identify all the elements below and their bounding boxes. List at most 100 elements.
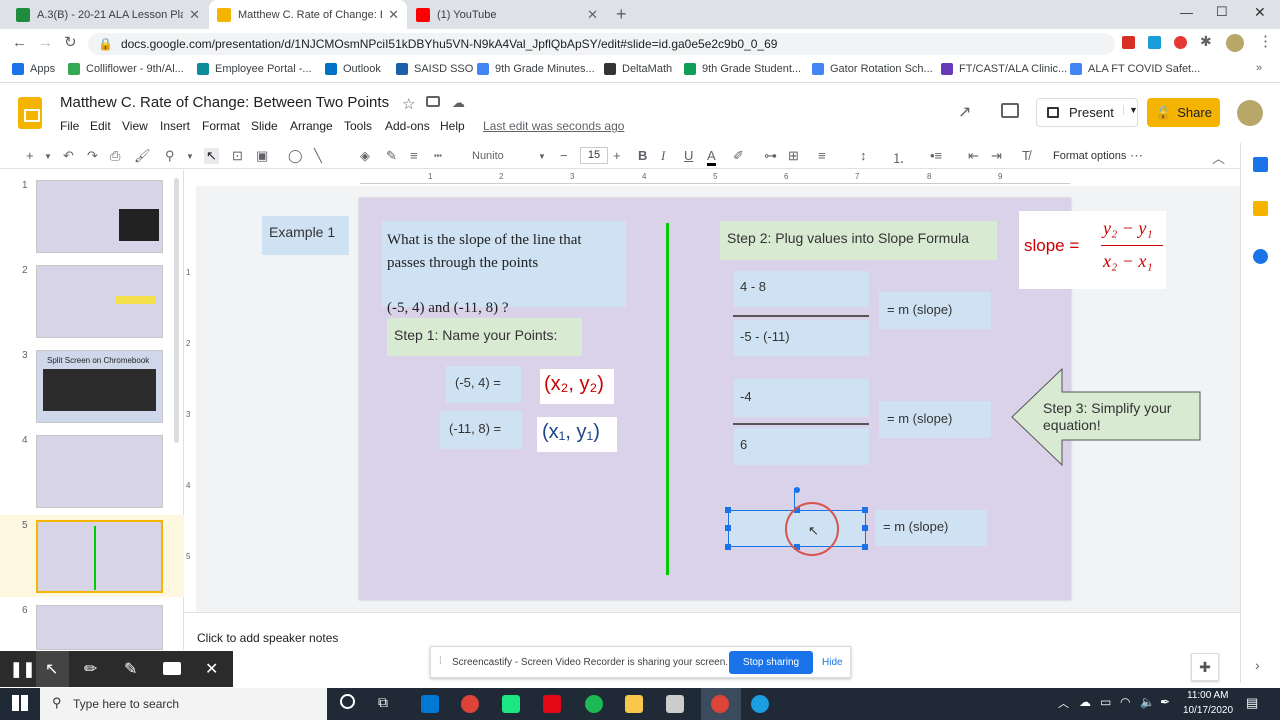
rotate-handle[interactable] (794, 487, 800, 493)
line-icon[interactable]: ╲ (314, 148, 322, 164)
speaker-notes[interactable]: Click to add speaker notes (184, 612, 1240, 650)
bookmark[interactable]: Employee Portal -... (197, 63, 312, 75)
resize-handle[interactable] (725, 525, 731, 531)
spotify-icon[interactable] (585, 695, 603, 713)
undo-icon[interactable]: ↶ (63, 148, 74, 164)
image-icon[interactable]: ▣ (256, 148, 268, 164)
edge-icon[interactable] (751, 695, 769, 713)
font-size-input[interactable]: 15 (580, 147, 608, 164)
chevron-up-icon[interactable]: ︿ (1058, 695, 1069, 711)
clock-time[interactable]: 11:00 AM (1187, 690, 1229, 701)
browser-tab-active[interactable]: Matthew C. Rate of Change: Betw ✕ (209, 0, 407, 29)
fraction2-denominator[interactable]: 6 (734, 428, 869, 465)
format-options-button[interactable]: Format options (1053, 150, 1126, 162)
windows-start-icon[interactable] (12, 695, 28, 711)
link-icon[interactable]: ⊶ (764, 148, 777, 164)
slides-logo-icon[interactable] (18, 97, 42, 129)
chrome-icon[interactable] (461, 695, 479, 713)
border-dash-icon[interactable]: ┅ (434, 148, 442, 164)
close-icon[interactable]: ✕ (205, 659, 218, 679)
step2-box[interactable]: Step 2: Plug values into Slope Formula (720, 221, 997, 260)
drag-handle-icon[interactable]: ⁞ (439, 656, 442, 667)
m-slope-box[interactable]: = m (slope) (879, 292, 991, 329)
increase-indent-icon[interactable]: ⇥ (991, 148, 1002, 164)
minimize-icon[interactable]: — (1180, 5, 1193, 20)
calendar-icon[interactable] (1253, 157, 1268, 172)
menu-tools[interactable]: Tools (344, 119, 372, 133)
task-view-icon[interactable]: ⧉ (378, 694, 388, 711)
m-slope-box[interactable]: = m (slope) (879, 401, 991, 438)
slide-thumbnail[interactable] (36, 265, 163, 338)
extension-icon[interactable] (1148, 36, 1161, 49)
chevron-down-icon[interactable]: ▼ (1123, 105, 1138, 115)
menu-edit[interactable]: Edit (90, 119, 111, 133)
account-avatar[interactable] (1237, 100, 1263, 126)
resize-handle[interactable] (725, 507, 731, 513)
cloud-icon[interactable]: ☁ (1079, 695, 1091, 709)
window-close-icon[interactable]: ✕ (1254, 4, 1266, 21)
taskbar-search[interactable]: ⚲ Type here to search (40, 688, 327, 720)
text-box-icon[interactable]: ⊡ (232, 148, 243, 164)
example-label-box[interactable]: Example 1 (262, 216, 349, 255)
back-icon[interactable]: ← (12, 34, 27, 51)
menu-insert[interactable]: Insert (160, 119, 190, 133)
menu-view[interactable]: View (122, 119, 148, 133)
bulleted-list-icon[interactable]: •≡ (930, 148, 942, 163)
paint-format-icon[interactable]: 🖌 (134, 148, 151, 164)
menu-file[interactable]: File (60, 119, 79, 133)
bookmark[interactable]: 9th Grade Student... (684, 63, 801, 75)
activity-trend-icon[interactable]: ↗ (958, 102, 971, 122)
bookmark-apps[interactable]: Apps (12, 63, 55, 75)
highlight-icon[interactable]: ✐ (733, 148, 744, 164)
bookmark[interactable]: ALA FT COVID Safet... (1070, 63, 1200, 75)
bookmark[interactable]: FT/CAST/ALA Clinic... (941, 63, 1067, 75)
slope-formula-image[interactable]: slope = y₂ − y₁ x₂ − x₁ (1019, 211, 1166, 289)
decrease-font-icon[interactable]: − (560, 148, 568, 163)
slide-thumbnail[interactable] (36, 435, 163, 508)
menu-help[interactable]: Help (440, 119, 465, 133)
puzzle-icon[interactable]: ✱ (1200, 33, 1212, 50)
print-icon[interactable]: ⎙ (110, 148, 120, 164)
cursor-tool-icon[interactable]: ↖ (45, 659, 58, 679)
explore-icon[interactable]: ✚ (1191, 653, 1219, 681)
menu-addons[interactable]: Add-ons (385, 119, 430, 133)
avatar[interactable] (1226, 34, 1244, 52)
more-bookmarks-icon[interactable]: » (1256, 62, 1262, 74)
point1-label-box[interactable]: (x₂, y₂) (540, 369, 614, 404)
numbered-list-icon[interactable]: ⒈ (892, 148, 905, 167)
chevron-right-icon[interactable]: › (1255, 657, 1260, 673)
line-spacing-icon[interactable]: ↕ (860, 148, 867, 163)
cortana-icon[interactable] (340, 694, 355, 709)
highlighter-icon[interactable]: ✎ (124, 659, 137, 679)
new-slide-icon[interactable]: + (26, 148, 34, 163)
slide-thumbnail[interactable] (36, 180, 163, 253)
shape-icon[interactable]: ◯ (288, 148, 303, 164)
fraction2-numerator[interactable]: -4 (734, 379, 869, 417)
chevron-down-icon[interactable]: ▼ (538, 152, 546, 161)
close-icon[interactable]: ✕ (388, 7, 399, 23)
scrollbar[interactable] (174, 178, 179, 443)
border-color-icon[interactable]: ✎ (386, 148, 397, 164)
slide-thumbnail[interactable]: Split Screen on Chromebook (36, 350, 163, 423)
share-button[interactable]: 🔒 Share (1147, 98, 1220, 127)
clock-date[interactable]: 10/17/2020 (1183, 705, 1233, 716)
bold-icon[interactable]: B (638, 148, 647, 163)
browser-tab[interactable]: (1) YouTube ✕ (408, 0, 606, 29)
clear-formatting-icon[interactable]: T̸ (1022, 148, 1030, 163)
fraction1-denominator[interactable]: -5 - (-11) (734, 320, 869, 356)
resize-handle[interactable] (862, 544, 868, 550)
point2-label-box[interactable]: (x₁, y₁) (537, 417, 617, 452)
chevron-down-icon[interactable]: ▼ (186, 152, 194, 161)
wifi-icon[interactable]: ◠ (1120, 695, 1130, 709)
bookmark[interactable]: SAISD SSO (396, 63, 473, 75)
mail-icon[interactable] (421, 695, 439, 713)
address-bar[interactable]: 🔒 docs.google.com/presentation/d/1NJCMOs… (88, 33, 1115, 55)
volume-icon[interactable]: 🔈 (1140, 695, 1155, 709)
redo-icon[interactable]: ↷ (87, 148, 98, 164)
question-box[interactable]: What is the slope of the line that passe… (382, 221, 626, 316)
pen-ink-icon[interactable]: ✒ (1160, 695, 1170, 709)
align-icon[interactable]: ≡ (818, 148, 826, 163)
m-slope-box[interactable]: = m (slope) (875, 510, 987, 546)
battery-icon[interactable]: ▭ (1100, 695, 1111, 709)
star-icon[interactable]: ☆ (402, 95, 415, 113)
